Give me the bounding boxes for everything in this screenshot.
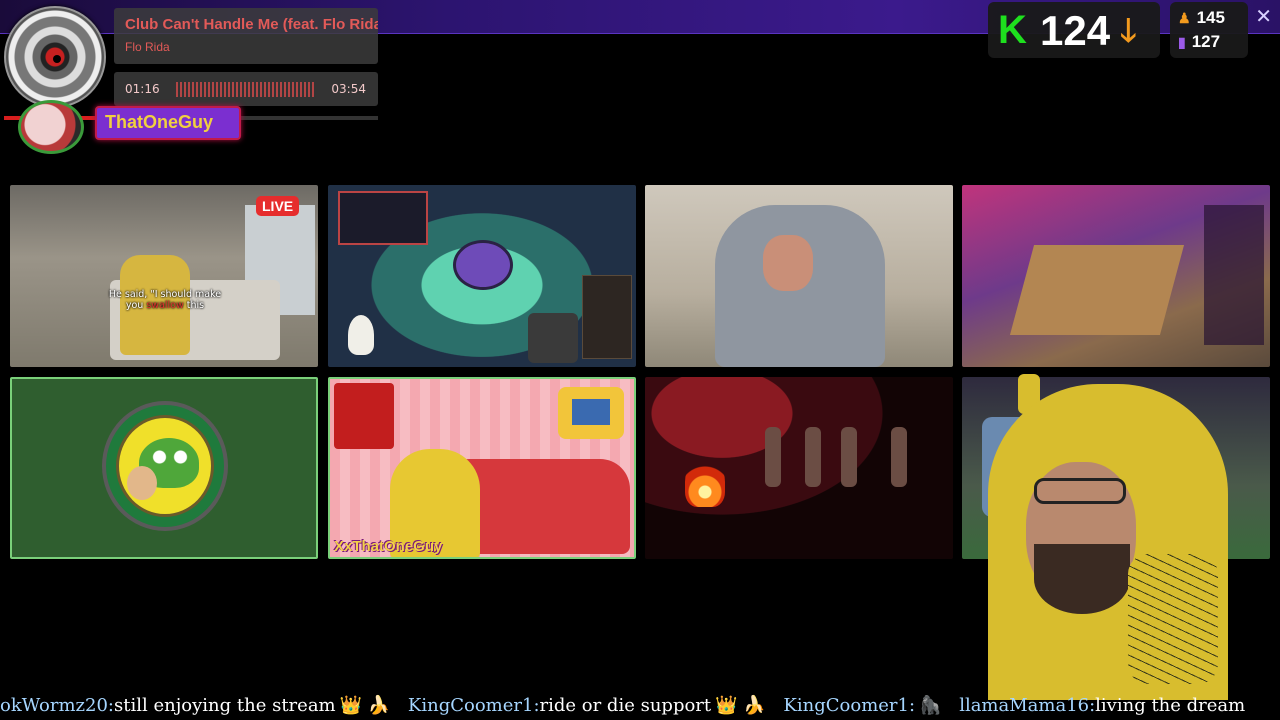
stream-tile-campfire[interactable] bbox=[645, 377, 953, 559]
scene-figure bbox=[841, 427, 857, 487]
scene-hud bbox=[1204, 205, 1264, 345]
followers-stat: ♟ 145 bbox=[1178, 8, 1225, 28]
scene-minimap bbox=[338, 191, 428, 245]
waveform-icon bbox=[176, 82, 316, 97]
streamer-avatar bbox=[18, 100, 84, 154]
ticker-username: KingCoomer1: bbox=[407, 695, 540, 716]
ticker-item: okWormz20:still enjoying the stream 👑 🍌 bbox=[0, 695, 394, 716]
ticker-item: KingCoomer1: 🦍 bbox=[783, 695, 945, 716]
campfire-icon bbox=[685, 457, 725, 507]
streamer-name-badge: ThatOneGuy bbox=[95, 106, 241, 140]
stream-tile-vr[interactable] bbox=[962, 185, 1270, 367]
close-icon[interactable]: ✕ bbox=[1255, 4, 1272, 28]
followers-count: 145 bbox=[1196, 8, 1225, 27]
ticker-username: okWormz20: bbox=[0, 695, 114, 716]
crown-banana-icon: 👑 🍌 bbox=[715, 695, 766, 716]
viewers-stat: ▮ 127 bbox=[1178, 32, 1220, 52]
scene-board bbox=[1009, 245, 1185, 335]
viewers-count: 127 bbox=[1191, 32, 1221, 51]
pepe-logo-icon bbox=[102, 401, 228, 531]
person-icon: ♟ bbox=[1178, 10, 1191, 26]
scene-frame bbox=[558, 387, 624, 439]
scene-center bbox=[453, 240, 513, 290]
bar-chart-icon: ▮ bbox=[1178, 34, 1186, 50]
ticker-item: llamaMama16:living the dream bbox=[959, 695, 1245, 716]
kick-logo-icon: K bbox=[998, 8, 1027, 52]
subtitle-caption: He said, "I should make you swallow this bbox=[100, 289, 230, 311]
chat-ticker: okWormz20:still enjoying the stream 👑 🍌 K… bbox=[0, 694, 1280, 720]
stream-tile-banana-room[interactable]: XxThatOneGuy bbox=[328, 377, 636, 559]
scene-panel bbox=[582, 275, 632, 359]
stream-tile-pepe-avatar[interactable] bbox=[10, 377, 318, 559]
album-art-vinyl bbox=[4, 6, 106, 108]
total-time: 03:54 bbox=[331, 82, 366, 96]
emote-icon: 🦍 bbox=[919, 695, 942, 716]
facecam-beard bbox=[1034, 544, 1130, 614]
caption-highlight: swallow bbox=[146, 300, 184, 311]
crown-banana-icon: 👑 🍌 bbox=[339, 695, 391, 716]
ticker-username: KingCoomer1: bbox=[783, 695, 916, 716]
pepe-inner bbox=[116, 415, 214, 517]
scene-figure bbox=[765, 427, 781, 487]
ticker-message: still enjoying the stream bbox=[114, 695, 336, 716]
song-title: Club Can't Handle Me (feat. Flo Rida) bbox=[125, 16, 378, 33]
now-playing-title-box: Club Can't Handle Me (feat. Flo Rida) Fl… bbox=[114, 8, 378, 64]
teddy-bear-icon bbox=[127, 466, 157, 500]
ticker-item: KingCoomer1:ride or die support 👑 🍌 bbox=[408, 695, 770, 716]
stats-box: ♟ 145 ▮ 127 bbox=[1170, 2, 1248, 58]
duck-icon bbox=[348, 315, 374, 355]
caption-end: this bbox=[183, 300, 205, 311]
scene-figure bbox=[891, 427, 907, 487]
facecam-doodle bbox=[1128, 554, 1218, 684]
ticker-username: llamaMama16: bbox=[959, 695, 1096, 716]
scene-figure bbox=[805, 427, 821, 487]
streamer-facecam bbox=[978, 374, 1280, 700]
ticker-message: living the dream bbox=[1095, 695, 1246, 716]
song-artist: Flo Rida bbox=[125, 40, 170, 54]
arrow-down-icon: 🡓 bbox=[1120, 11, 1137, 49]
stream-tile-hoodie[interactable] bbox=[645, 185, 953, 367]
pepe-eyes bbox=[149, 450, 191, 464]
scene-frame-inner bbox=[572, 399, 610, 425]
now-playing-time-box: 01:16 03:54 bbox=[114, 72, 378, 106]
facecam-glasses bbox=[1034, 478, 1126, 504]
scene-face bbox=[763, 235, 813, 291]
scene-webcam bbox=[528, 313, 578, 363]
ticker-message: ride or die support bbox=[539, 695, 712, 716]
kick-counter: K 124 🡓 bbox=[988, 2, 1160, 58]
stream-tile-hospital[interactable]: He said, "I should make you swallow this… bbox=[10, 185, 318, 367]
vinyl-hole bbox=[53, 55, 61, 63]
live-badge: LIVE bbox=[256, 196, 300, 216]
channel-banner: XxThatOneGuy bbox=[334, 538, 443, 555]
scene-curtain bbox=[334, 383, 394, 449]
elapsed-time: 01:16 bbox=[125, 82, 160, 96]
stream-tile-game-map[interactable] bbox=[328, 185, 636, 367]
kick-count: 124 bbox=[1040, 7, 1111, 54]
